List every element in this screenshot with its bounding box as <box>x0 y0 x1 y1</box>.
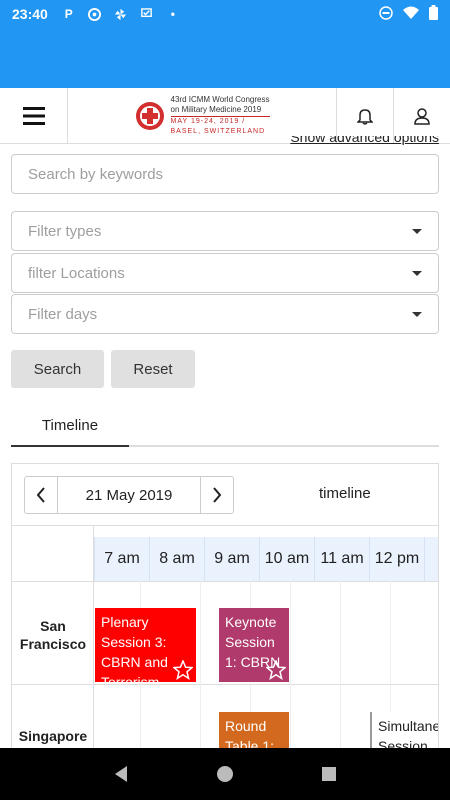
logo-line1: 43rd ICMM World Congress <box>170 94 270 104</box>
star-icon <box>266 660 286 680</box>
search-input[interactable]: Search by keywords <box>11 154 439 194</box>
event-plenary-session-3[interactable]: Plenary Session 3: CBRN and Terrorism <box>95 608 196 682</box>
time-header: 7 am 8 am 9 am 10 am 11 am 12 pm 1 <box>94 537 438 581</box>
advanced-options-link[interactable]: Show advanced options <box>290 136 439 146</box>
recents-icon[interactable] <box>321 766 337 782</box>
prev-day-button[interactable] <box>24 476 58 514</box>
timeline-calendar: 21 May 2019 timeline 7 am 8 am 9 am 10 a… <box>11 463 439 753</box>
filter-locations-label: filter Locations <box>28 264 125 282</box>
profile-button[interactable] <box>393 88 450 143</box>
app-bar <box>0 28 450 88</box>
chevron-down-icon <box>412 228 422 234</box>
current-date[interactable]: 21 May 2019 <box>58 476 200 514</box>
filter-locations-select[interactable]: filter Locations <box>11 253 439 293</box>
view-label: timeline <box>319 485 371 502</box>
wifi-icon <box>403 6 419 23</box>
next-day-button[interactable] <box>200 476 234 514</box>
star-icon <box>173 660 193 680</box>
status-bar: 23:40 P • <box>0 0 450 28</box>
filter-types-select[interactable]: Filter types <box>11 211 439 251</box>
filter-days-select[interactable]: Filter days <box>11 294 439 334</box>
calendar-toolbar: 21 May 2019 <box>24 476 234 514</box>
back-icon[interactable] <box>113 765 129 783</box>
time-slot: 11 am <box>314 537 369 581</box>
grid-line <box>200 581 201 752</box>
system-nav-bar <box>0 748 450 800</box>
pinwheel-icon <box>114 7 128 21</box>
chevron-down-icon <box>412 311 422 317</box>
tab-timeline[interactable]: Timeline <box>11 405 129 447</box>
search-button[interactable]: Search <box>11 350 104 388</box>
chevron-down-icon <box>412 270 422 276</box>
dot-icon: • <box>170 7 175 21</box>
notifications-button[interactable] <box>336 88 393 143</box>
grid-line <box>290 581 291 752</box>
time-slot: 12 pm <box>369 537 424 581</box>
row-divider <box>12 684 438 685</box>
time-slot: 1 <box>424 537 438 581</box>
logo-line2: on Military Medicine 2019 <box>170 104 262 114</box>
filter-types-label: Filter types <box>28 222 102 240</box>
logo-line4: BASEL, SWITZERLAND <box>170 127 266 135</box>
chevron-left-icon <box>36 487 45 503</box>
time-slot: 7 am <box>94 537 149 581</box>
filter-days-label: Filter days <box>28 305 98 323</box>
event-round-table-1[interactable]: Round Table 1: <box>219 712 289 752</box>
bell-icon <box>357 108 373 125</box>
home-icon[interactable] <box>216 765 234 783</box>
reset-button[interactable]: Reset <box>111 350 195 388</box>
check-flag-icon <box>140 7 154 21</box>
user-icon <box>414 107 430 125</box>
chrome-icon <box>88 7 102 21</box>
status-time: 23:40 <box>12 6 48 22</box>
battery-icon <box>429 5 438 23</box>
event-title: Plenary Session 3: CBRN and Terrorism <box>101 614 168 682</box>
event-keynote-session-1[interactable]: Keynote Session 1: CBRN <box>219 608 289 682</box>
congress-logo[interactable]: 43rd ICMM World Congress on Military Med… <box>68 88 336 143</box>
row-divider <box>12 581 438 582</box>
logo-line3: MAY 19-24, 2019 / <box>170 115 270 127</box>
menu-button[interactable] <box>0 88 68 143</box>
time-slot: 10 am <box>259 537 314 581</box>
resource-san-francisco: San Francisco <box>19 618 87 652</box>
resource-singapore: Singapore <box>18 728 88 744</box>
hamburger-icon <box>22 106 45 125</box>
search-placeholder: Search by keywords <box>28 165 164 183</box>
time-slot: 9 am <box>204 537 259 581</box>
logo-text: 43rd ICMM World Congress on Military Med… <box>170 94 270 137</box>
time-slot: 8 am <box>149 537 204 581</box>
chevron-right-icon <box>213 487 222 503</box>
dnd-icon <box>379 5 393 23</box>
status-right <box>379 5 438 23</box>
grid-line <box>340 581 341 752</box>
event-simultaneous-session[interactable]: Simultaneous Session <box>370 712 438 752</box>
icmm-emblem-icon <box>135 101 164 130</box>
notification-p-icon: P <box>64 7 73 21</box>
